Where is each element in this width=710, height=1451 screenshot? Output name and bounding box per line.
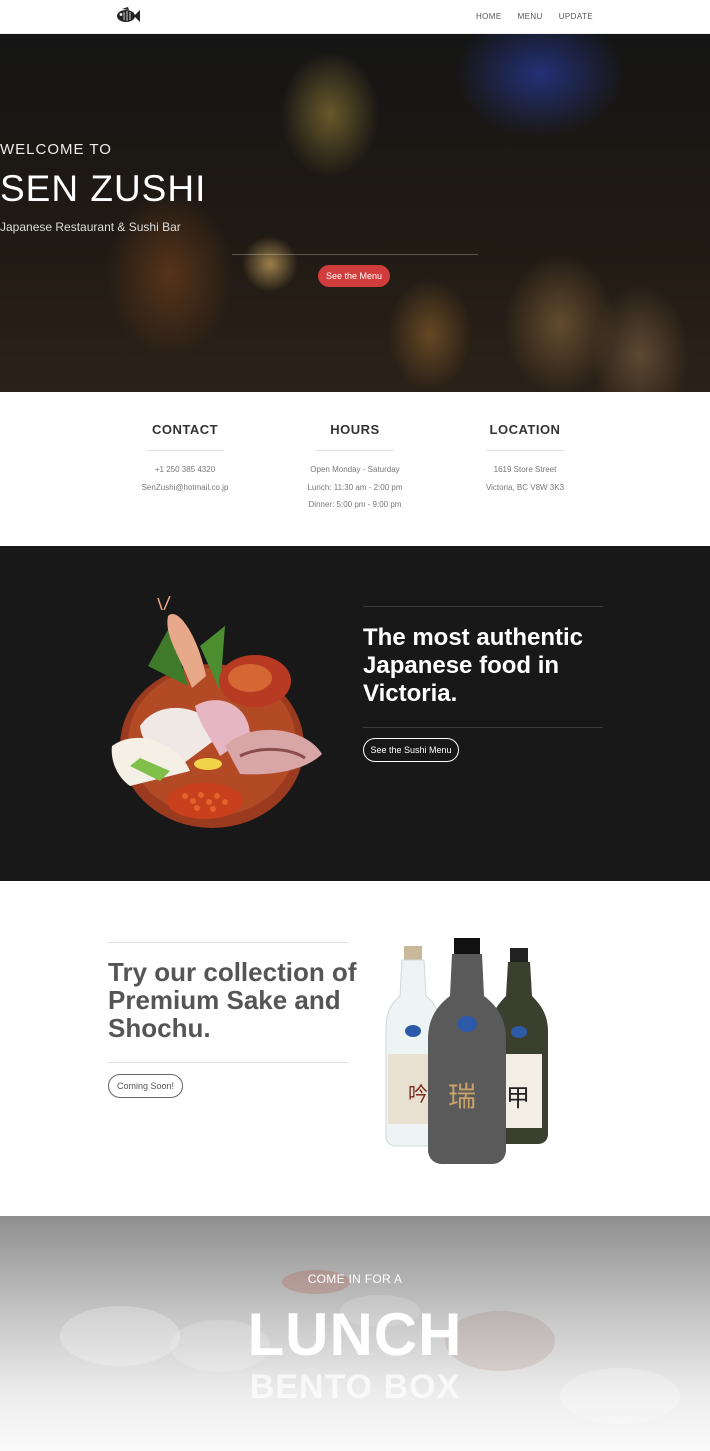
sushi-divider-top bbox=[363, 606, 603, 607]
sake-section: Try our collection of Premium Sake and S… bbox=[0, 881, 710, 1216]
coming-soon-button[interactable]: Coming Soon! bbox=[108, 1074, 183, 1098]
info-section: CONTACT +1 250 385 4320 SenZushi@hotmail… bbox=[0, 392, 710, 546]
svg-text:瑞: 瑞 bbox=[448, 1080, 476, 1113]
location-street: 1619 Store Street bbox=[493, 465, 557, 474]
nav-link-update[interactable]: UPDATE bbox=[559, 12, 593, 21]
hours-days: Open Monday - Saturday bbox=[310, 465, 400, 474]
sake-divider-top bbox=[108, 942, 348, 943]
location-city: Victoria, BC V8W 3K3 bbox=[485, 482, 565, 492]
contact-email[interactable]: SenZushi@hotmail.co.jp bbox=[100, 479, 270, 497]
hero-welcome-text: WELCOME TO bbox=[0, 141, 112, 158]
hours-heading: HOURS bbox=[330, 422, 380, 437]
lunch-section: COME IN FOR A LUNCH BENTO BOX bbox=[0, 1216, 710, 1451]
sushi-heading: The most authentic Japanese food in Vict… bbox=[363, 624, 584, 707]
hero-banner: WELCOME TO SEN ZUSHI Japanese Restaurant… bbox=[0, 34, 710, 392]
see-sushi-menu-button[interactable]: See the Sushi Menu bbox=[363, 738, 459, 762]
hours-dinner: Dinner: 5:00 pm - 9:00 pm bbox=[308, 500, 402, 509]
location-column: LOCATION 1619 Store Street Victoria, BC … bbox=[440, 392, 610, 496]
sake-heading: Try our collection of Premium Sake and S… bbox=[108, 957, 357, 1043]
contact-heading: CONTACT bbox=[151, 422, 219, 437]
lunch-title: LUNCH bbox=[247, 1301, 463, 1368]
hours-divider bbox=[316, 450, 394, 451]
hero-title: SEN ZUSHI bbox=[0, 168, 207, 209]
fish-logo-icon[interactable] bbox=[114, 5, 140, 27]
lunch-pre-text: COME IN FOR A bbox=[307, 1272, 403, 1286]
hours-column: HOURS Open Monday - Saturday Lunch: 11:3… bbox=[270, 392, 440, 514]
svg-text:甲: 甲 bbox=[506, 1084, 530, 1112]
hero-divider bbox=[232, 254, 478, 255]
sushi-divider-bottom bbox=[363, 727, 603, 728]
sake-bottles-image: 吟 甲 瑞 bbox=[385, 938, 548, 1164]
location-heading: LOCATION bbox=[489, 422, 561, 437]
hours-lunch: Lunch: 11:30 am - 2:00 pm bbox=[307, 482, 403, 492]
hero-subtitle: Japanese Restaurant & Sushi Bar bbox=[0, 220, 181, 234]
see-menu-button[interactable]: See the Menu bbox=[318, 265, 390, 287]
nav-link-menu[interactable]: MENU bbox=[518, 12, 543, 21]
contact-phone[interactable]: +1 250 385 4320 bbox=[100, 461, 270, 479]
svg-text:吟: 吟 bbox=[408, 1082, 428, 1106]
contact-divider bbox=[146, 450, 224, 451]
contact-column: CONTACT +1 250 385 4320 SenZushi@hotmail… bbox=[100, 392, 270, 496]
sake-divider-bottom bbox=[108, 1062, 348, 1063]
lunch-subtitle: BENTO BOX bbox=[249, 1368, 461, 1406]
top-nav: HOME MENU UPDATE bbox=[0, 0, 710, 34]
location-divider bbox=[486, 450, 564, 451]
sushi-bowl-image bbox=[111, 596, 322, 828]
sushi-section: The most authentic Japanese food in Vict… bbox=[0, 546, 710, 881]
nav-link-home[interactable]: HOME bbox=[476, 12, 502, 21]
